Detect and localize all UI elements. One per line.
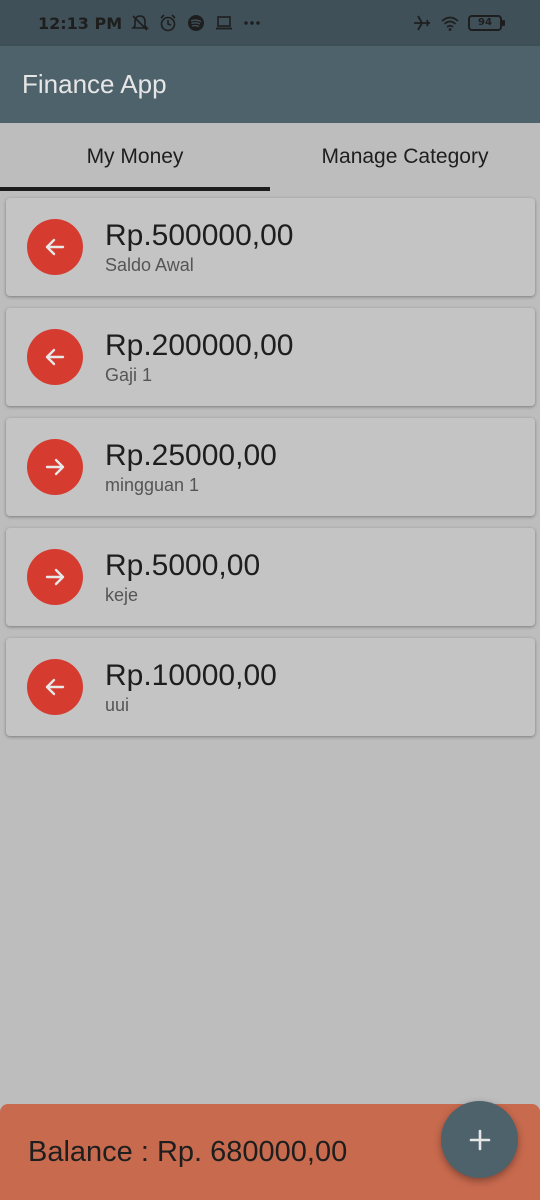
more-icon xyxy=(242,13,262,33)
transaction-description: Gaji 1 xyxy=(105,365,153,385)
transaction-amount: Rp.200000,00 xyxy=(105,329,294,362)
wifi-icon xyxy=(440,13,460,33)
transaction-list: Rp.500000,00 Saldo Awal Rp.200000,00 Gaj… xyxy=(6,198,535,748)
tab-label: Manage Category xyxy=(321,145,489,168)
tab-label: My Money xyxy=(86,145,184,168)
airplane-icon xyxy=(412,13,432,33)
transaction-card[interactable]: Rp.10000,00 uui xyxy=(6,638,535,736)
transaction-description: uui xyxy=(105,695,130,715)
laptop-icon xyxy=(214,13,234,33)
arrow-right-icon xyxy=(45,568,65,586)
transaction-description: Saldo Awal xyxy=(105,255,194,275)
tab-my-money[interactable]: My Money xyxy=(0,123,270,191)
transaction-amount: Rp.10000,00 xyxy=(105,659,277,692)
transaction-amount: Rp.5000,00 xyxy=(105,549,261,582)
transaction-card[interactable]: Rp.200000,00 Gaji 1 xyxy=(6,308,535,406)
expense-indicator xyxy=(27,439,83,495)
transaction-description: mingguan 1 xyxy=(105,475,200,495)
income-indicator xyxy=(27,329,83,385)
status-time: 12:13 PM xyxy=(38,13,123,33)
app-title: Finance App xyxy=(22,69,167,99)
expense-indicator xyxy=(27,549,83,605)
spotify-icon xyxy=(186,13,206,33)
arrow-left-icon xyxy=(45,348,65,366)
transaction-text: Rp.200000,00 Gaji 1 xyxy=(105,328,294,386)
transaction-text: Rp.25000,00 mingguan 1 xyxy=(105,438,277,496)
add-transaction-button[interactable] xyxy=(441,1101,518,1178)
status-left: 12:13 PM xyxy=(38,13,262,33)
plus-icon xyxy=(469,1129,490,1150)
transaction-description: keje xyxy=(105,585,139,605)
tab-bar: My Money Manage Category xyxy=(0,123,540,191)
income-indicator xyxy=(27,659,83,715)
transaction-card[interactable]: Rp.500000,00 Saldo Awal xyxy=(6,198,535,296)
arrow-right-icon xyxy=(45,458,65,476)
income-indicator xyxy=(27,219,83,275)
status-right: 94 xyxy=(412,13,505,33)
transaction-amount: Rp.500000,00 xyxy=(105,219,294,252)
transaction-card[interactable]: Rp.5000,00 keje xyxy=(6,528,535,626)
arrow-left-icon xyxy=(45,238,65,256)
status-bar: 12:13 PM 94 xyxy=(0,0,540,46)
transaction-text: Rp.10000,00 uui xyxy=(105,658,277,716)
balance-text: Balance : Rp. 680000,00 xyxy=(28,1135,348,1168)
battery-icon: 94 xyxy=(468,15,505,31)
transaction-card[interactable]: Rp.25000,00 mingguan 1 xyxy=(6,418,535,516)
transaction-text: Rp.500000,00 Saldo Awal xyxy=(105,218,294,276)
notifications-off-icon xyxy=(130,13,150,33)
alarm-icon xyxy=(158,13,178,33)
tab-manage-category[interactable]: Manage Category xyxy=(270,123,540,191)
app-bar: Finance App xyxy=(0,46,540,123)
transaction-amount: Rp.25000,00 xyxy=(105,439,277,472)
transaction-text: Rp.5000,00 keje xyxy=(105,548,260,606)
arrow-left-icon xyxy=(45,678,65,696)
